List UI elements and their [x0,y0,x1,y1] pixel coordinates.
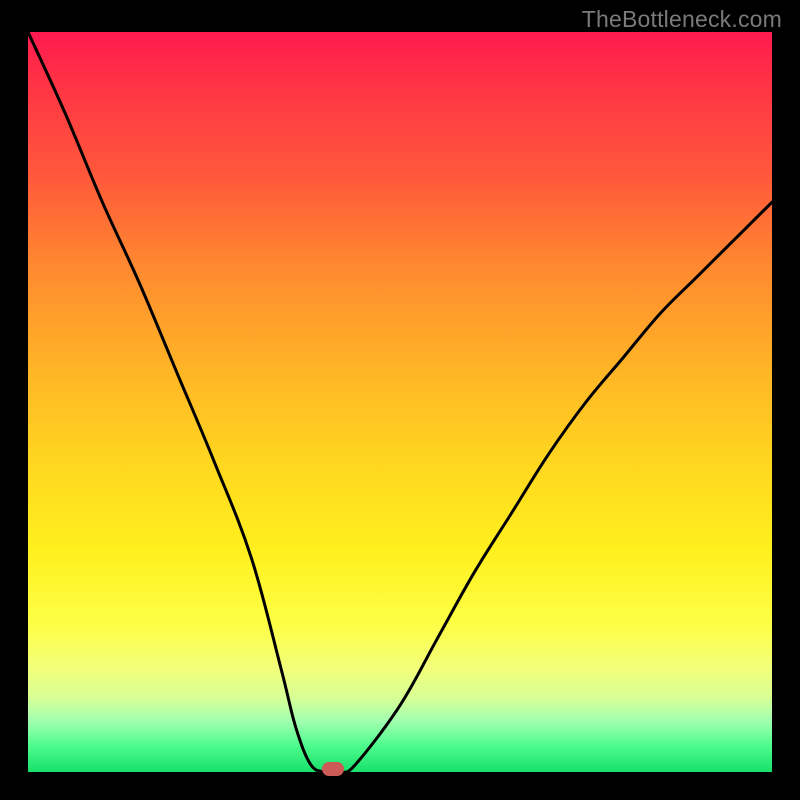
watermark-text: TheBottleneck.com [582,6,782,33]
optimum-marker [322,762,344,776]
chart-frame: TheBottleneck.com [0,0,800,800]
plot-area [28,32,772,772]
bottleneck-curve [28,32,772,772]
